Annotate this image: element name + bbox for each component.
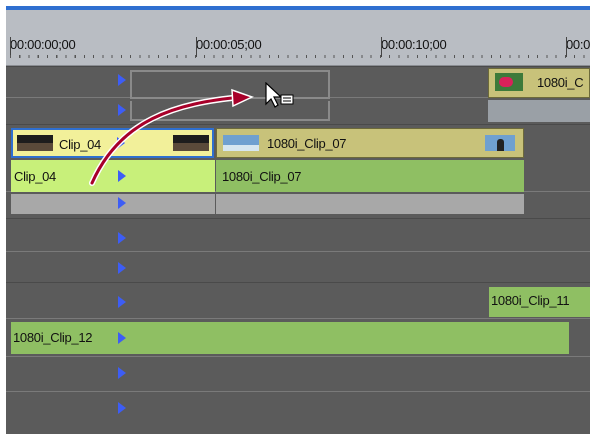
- clip07-video-label: 1080i_Clip_07: [267, 136, 347, 151]
- track-subline: [6, 251, 590, 252]
- track-subline: [6, 391, 590, 392]
- clip-top-right-label: 1080i_C: [537, 75, 584, 90]
- ruler-major-tick: [381, 37, 382, 57]
- clip04-video-label: Clip_04: [59, 137, 101, 152]
- clip11-label: 1080i_Clip_11: [491, 293, 570, 308]
- ruler-time-5: 00:00:05;00: [196, 37, 262, 52]
- clip07-extra-track[interactable]: [216, 194, 524, 214]
- clip07-audio-label: 1080i_Clip_07: [222, 169, 302, 184]
- track-separator: [6, 218, 590, 219]
- in-marker-icon[interactable]: [117, 137, 125, 149]
- in-marker-icon[interactable]: [118, 332, 126, 344]
- in-marker-icon[interactable]: [118, 402, 126, 414]
- clip07-audio[interactable]: 1080i_Clip_07: [216, 160, 524, 192]
- clip07-video[interactable]: 1080i_Clip_07: [216, 128, 524, 158]
- clip12-label: 1080i_Clip_12: [13, 330, 93, 345]
- track-subline: [6, 356, 590, 357]
- clip04-extra-track[interactable]: [11, 194, 215, 214]
- in-marker-icon[interactable]: [118, 262, 126, 274]
- in-marker-icon[interactable]: [118, 232, 126, 244]
- track-separator: [6, 124, 590, 125]
- in-marker-icon[interactable]: [118, 74, 126, 86]
- clip04-video[interactable]: Clip_04: [11, 128, 214, 158]
- clip-top-right[interactable]: 1080i_C: [488, 68, 590, 98]
- in-marker-icon[interactable]: [118, 367, 126, 379]
- clip-top-right-audio[interactable]: [488, 100, 590, 122]
- ruler-time-10: 00:00:10;00: [381, 37, 447, 52]
- clip12[interactable]: 1080i_Clip_12: [11, 322, 569, 354]
- timeline-window: 00:00:00;00 00:00:05;00 00:00:10;00 00:0…: [0, 0, 590, 434]
- in-marker-icon[interactable]: [118, 296, 126, 308]
- track-subline: [6, 318, 590, 319]
- time-ruler[interactable]: 00:00:00;00 00:00:05;00 00:00:10;00 00:0: [6, 10, 590, 66]
- in-marker-icon[interactable]: [118, 197, 126, 209]
- in-marker-icon[interactable]: [118, 170, 126, 182]
- clip-thumbnail-flowers-icon: [495, 73, 523, 91]
- ruler-minor-ticks: [10, 55, 590, 58]
- drop-target-ghost-video: [130, 70, 330, 99]
- track-separator: [6, 282, 590, 283]
- in-marker-icon[interactable]: [118, 104, 126, 116]
- drop-target-ghost-audio: [130, 101, 330, 121]
- ruler-major-tick: [566, 37, 567, 57]
- clip04-audio-label: Clip_04: [14, 169, 56, 184]
- clip-thumbnail-beach-icon: [223, 135, 259, 151]
- drag-cursor-icon: [265, 82, 294, 108]
- ruler-time-15: 00:0: [566, 37, 590, 52]
- clip04-audio[interactable]: Clip_04: [11, 160, 215, 192]
- track-separator: [6, 66, 590, 67]
- ruler-time-0: 00:00:00;00: [10, 37, 76, 52]
- clip-thumbnail-icon: [17, 135, 53, 151]
- clip-thumbnail-icon: [173, 135, 209, 151]
- ruler-major-tick: [10, 37, 11, 57]
- clip11[interactable]: 1080i_Clip_11: [489, 287, 590, 317]
- ruler-major-tick: [196, 37, 197, 57]
- clip-thumbnail-person-icon: [485, 135, 515, 151]
